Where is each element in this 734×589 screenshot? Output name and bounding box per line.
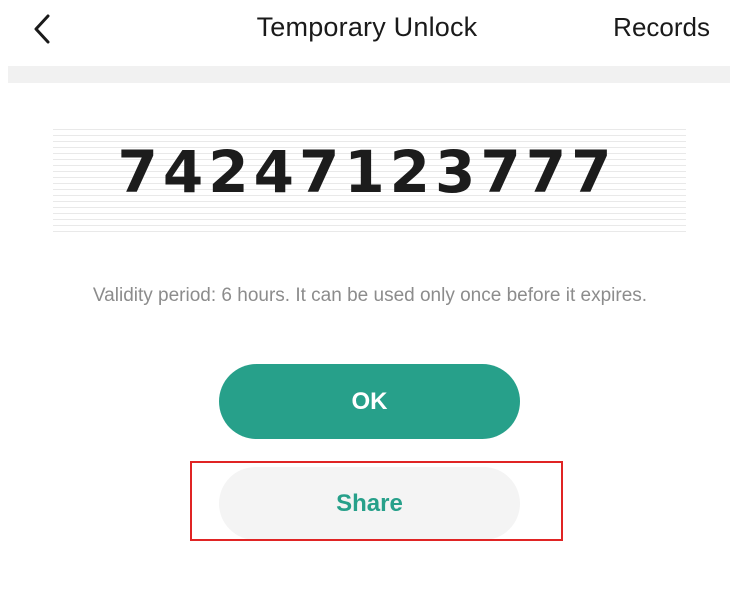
temporary-code: 74247123777: [117, 138, 617, 206]
share-highlight-box: [190, 461, 563, 541]
temporary-unlock-screen: Temporary Unlock Records 74247123777 Val…: [0, 0, 734, 589]
records-link[interactable]: Records: [613, 12, 710, 43]
header-bar: Temporary Unlock Records: [0, 0, 734, 62]
header-divider: [8, 66, 730, 83]
validity-message: Validity period: 6 hours. It can be used…: [92, 285, 648, 306]
ok-button-label: OK: [351, 387, 388, 415]
ok-button[interactable]: OK: [219, 364, 520, 439]
